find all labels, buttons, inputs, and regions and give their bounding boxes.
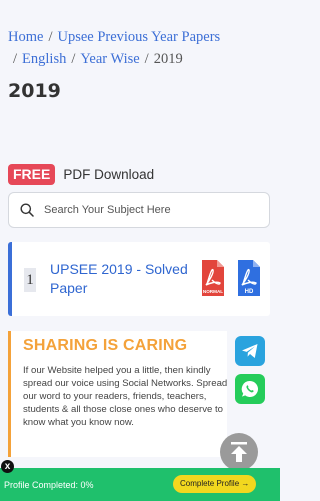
sharing-title: SHARING IS CARING xyxy=(23,337,188,354)
profile-completed-text: Profile Completed: 0% xyxy=(4,479,94,490)
breadcrumb-separator: / xyxy=(13,51,18,67)
pdf-normal-label: NORMAL xyxy=(203,289,223,294)
paper-title-link[interactable]: UPSEE 2019 - Solved Paper xyxy=(50,260,200,298)
free-badge: FREE xyxy=(8,164,56,185)
telegram-icon xyxy=(242,344,258,358)
paper-card[interactable]: 1 UPSEE 2019 - Solved Paper NORMAL HD xyxy=(8,242,270,316)
sharing-card: SHARING IS CARING If our Website helped … xyxy=(8,331,227,457)
breadcrumb-year-wise[interactable]: Year Wise xyxy=(80,51,139,67)
complete-profile-button[interactable]: Complete Profile → xyxy=(173,475,257,493)
whatsapp-share-button[interactable] xyxy=(235,374,265,404)
breadcrumb-english[interactable]: English xyxy=(22,51,66,67)
search-input[interactable] xyxy=(42,203,246,217)
paper-number: 1 xyxy=(24,268,36,292)
breadcrumb-home[interactable]: Home xyxy=(8,29,43,45)
scroll-to-top-button[interactable] xyxy=(220,433,258,471)
close-profile-bar-button[interactable]: x xyxy=(1,460,14,473)
pdf-hd-download-icon[interactable]: HD xyxy=(236,258,262,298)
breadcrumb-upsee-previous-year-papers[interactable]: Upsee Previous Year Papers xyxy=(57,29,220,45)
page-title: 2019 xyxy=(8,80,61,102)
pdf-normal-download-icon[interactable]: NORMAL xyxy=(200,258,226,298)
telegram-share-button[interactable] xyxy=(235,336,265,366)
breadcrumb-separator: / xyxy=(71,51,76,67)
profile-completion-bar: Profile Completed: 0% Complete Profile → xyxy=(0,468,280,501)
pdf-download-heading: FREE PDF Download xyxy=(8,164,154,185)
breadcrumb-separator: / xyxy=(144,51,149,67)
sharing-text: If our Website helped you a little, then… xyxy=(23,365,228,428)
search-icon xyxy=(20,203,34,217)
pdf-download-title: PDF Download xyxy=(63,167,155,182)
whatsapp-icon xyxy=(241,380,258,397)
arrow-up-icon xyxy=(231,442,247,462)
breadcrumb-current: 2019 xyxy=(153,51,183,67)
pdf-hd-label: HD xyxy=(245,289,254,295)
breadcrumb-separator: / xyxy=(48,29,53,45)
search-box[interactable] xyxy=(8,192,270,228)
breadcrumb: Home / Upsee Previous Year Papers / English… xyxy=(8,26,276,70)
